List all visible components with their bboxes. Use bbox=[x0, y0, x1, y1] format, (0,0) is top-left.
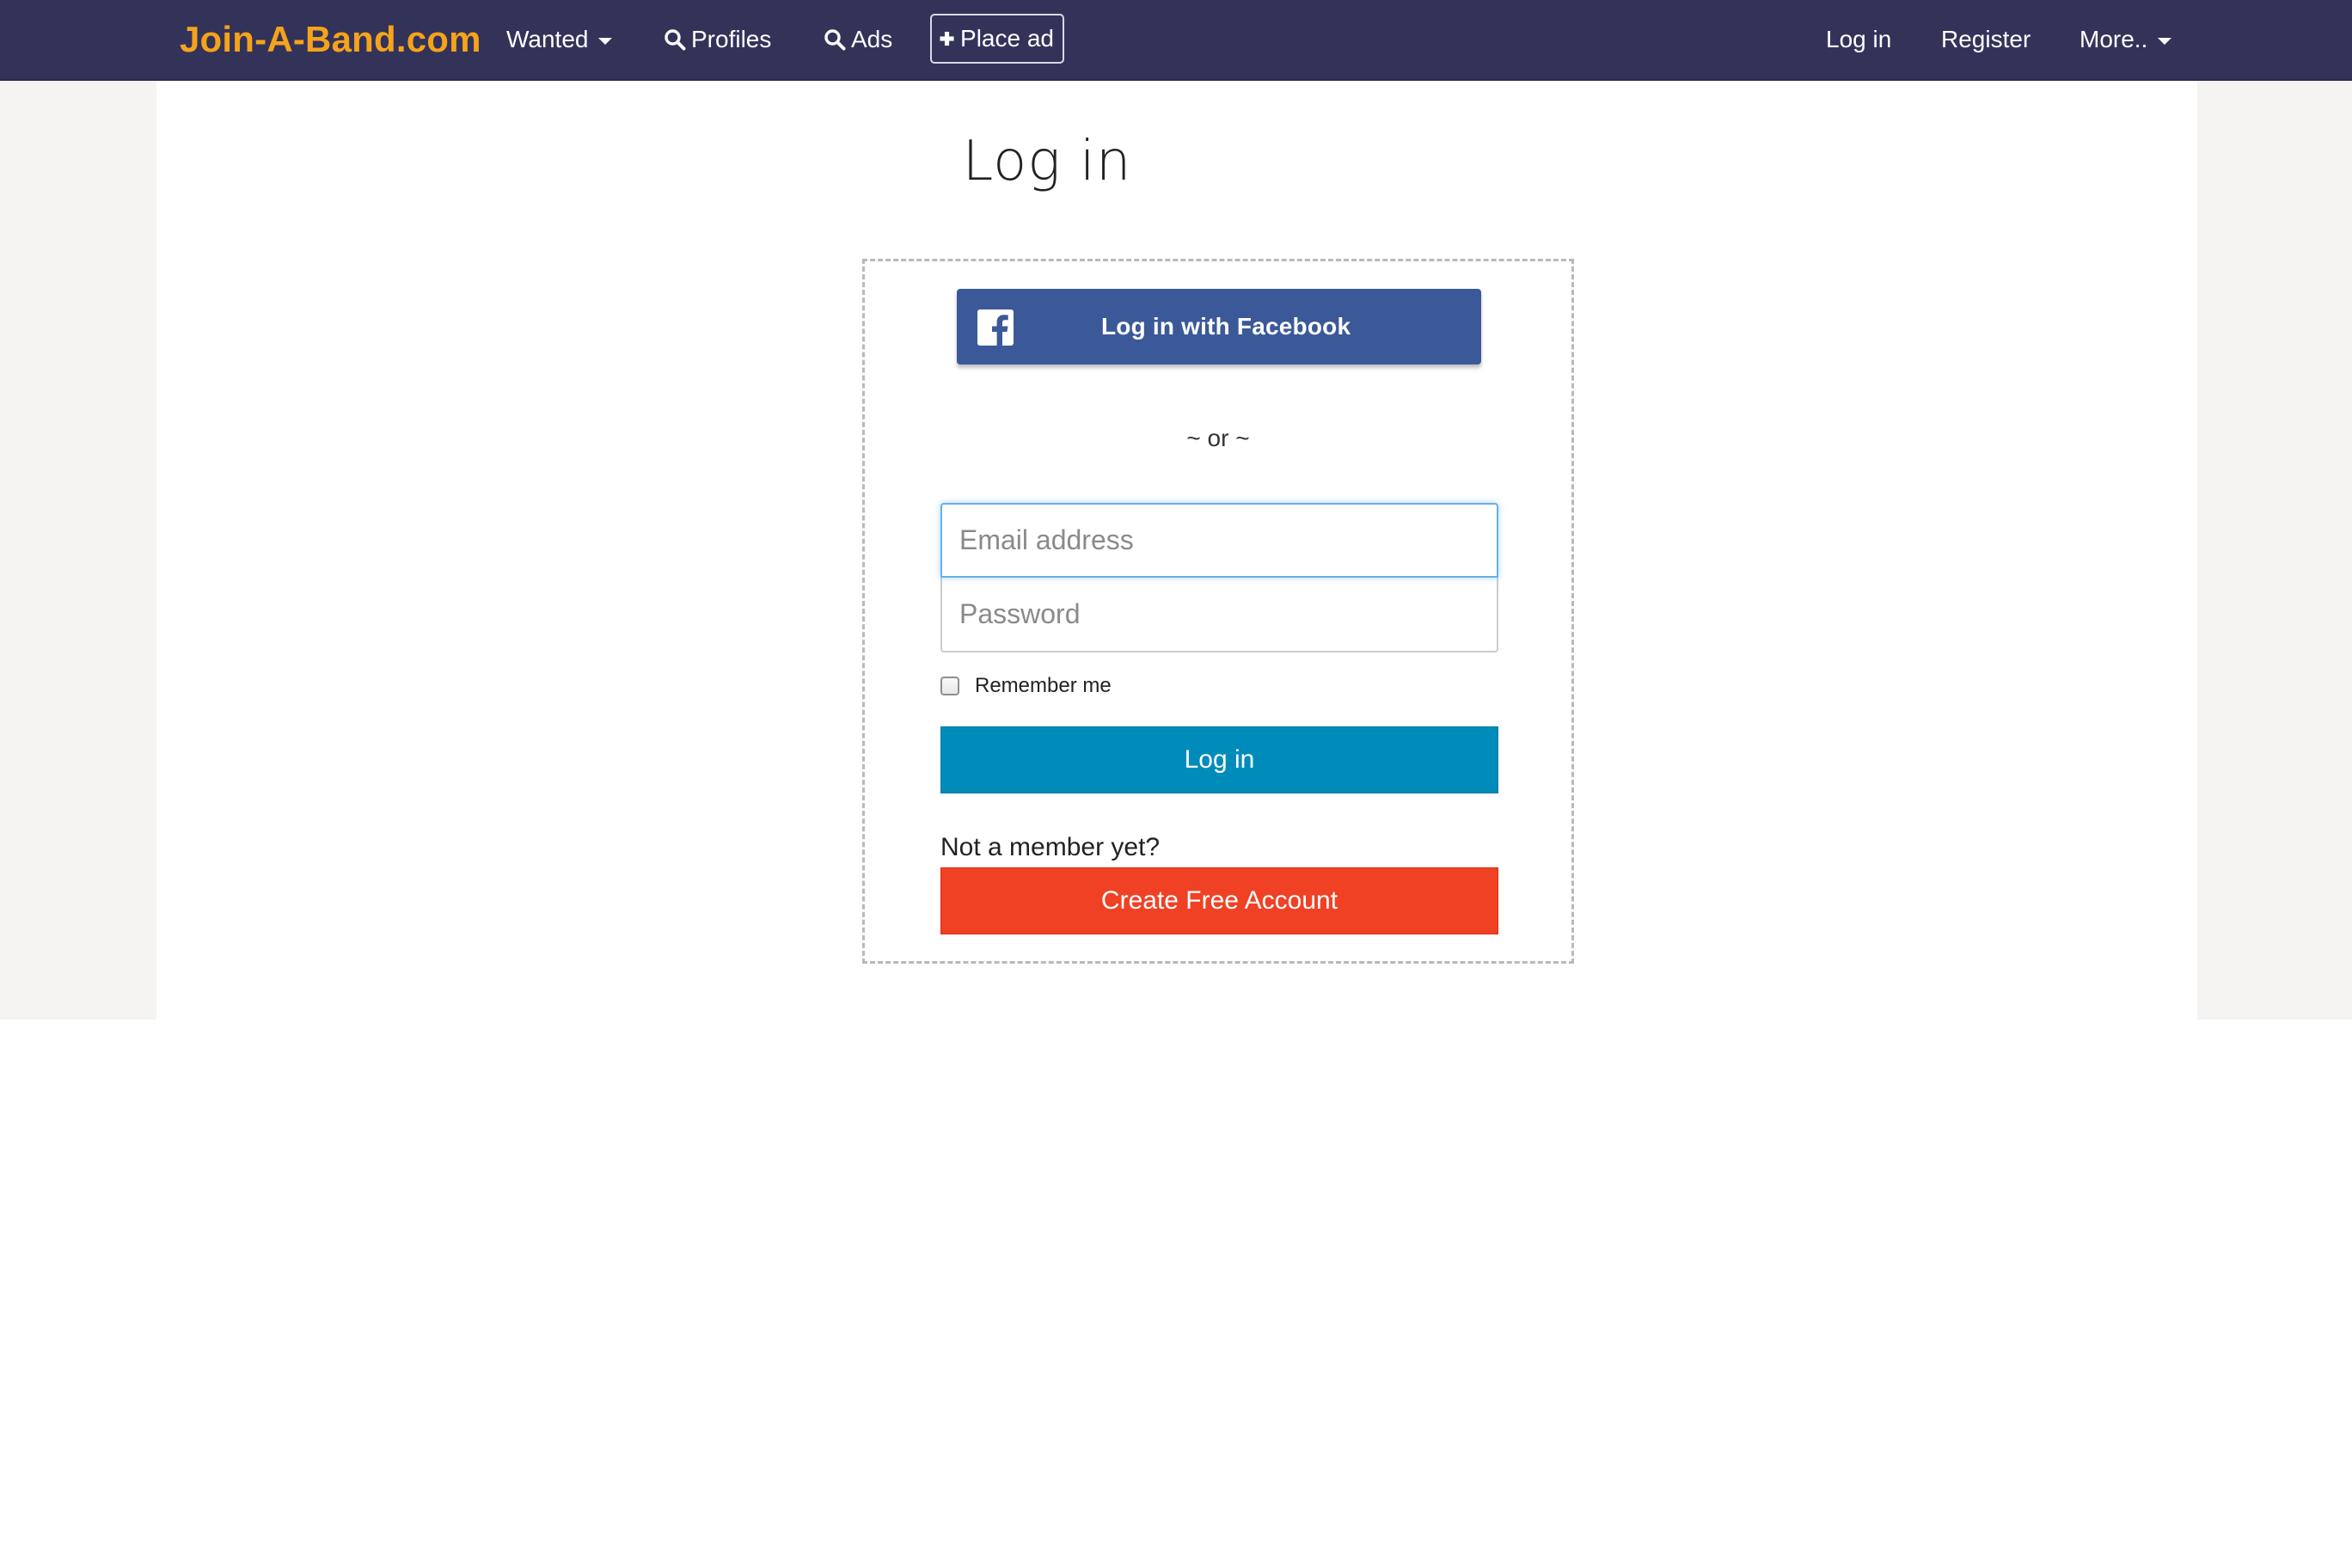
search-icon bbox=[824, 29, 846, 51]
top-navbar: Join-A-Band.com Wanted Profiles Ads Plac… bbox=[0, 0, 2352, 81]
nav-login-link[interactable]: Log in bbox=[1826, 19, 1891, 60]
or-divider: ~ or ~ bbox=[1186, 425, 1250, 451]
login-submit-button[interactable]: Log in bbox=[940, 726, 1498, 793]
nav-profiles-label: Profiles bbox=[691, 26, 772, 52]
create-account-button[interactable]: Create Free Account bbox=[940, 867, 1498, 934]
nav-more-dropdown[interactable]: More.. bbox=[2079, 19, 2172, 60]
remember-me-checkbox[interactable] bbox=[940, 677, 959, 695]
facebook-login-button[interactable]: Log in with Facebook bbox=[957, 289, 1481, 364]
page-title-text: Log in bbox=[962, 130, 1132, 193]
place-ad-label: Place ad bbox=[960, 25, 1054, 52]
nav-profiles-link[interactable]: Profiles bbox=[664, 19, 771, 60]
caret-down-icon bbox=[598, 38, 613, 45]
remember-me-option[interactable]: Remember me bbox=[940, 669, 1112, 703]
place-ad-button[interactable]: Place ad bbox=[930, 14, 1064, 64]
page-gutter-left bbox=[0, 81, 156, 1020]
plus-icon bbox=[940, 31, 954, 46]
page-gutter-right bbox=[2197, 81, 2352, 1020]
site-logo-link[interactable]: Join-A-Band.com bbox=[180, 17, 481, 62]
nav-more-label: More.. bbox=[2079, 26, 2148, 52]
nav-login-label: Log in bbox=[1826, 26, 1892, 52]
not-member-text: Not a member yet? bbox=[940, 833, 1161, 861]
nav-wanted-label: Wanted bbox=[506, 26, 589, 52]
nav-wanted-dropdown[interactable]: Wanted bbox=[506, 19, 613, 60]
caret-down-icon bbox=[2158, 38, 2172, 45]
search-icon bbox=[665, 29, 686, 51]
facebook-login-label: Log in with Facebook bbox=[1101, 313, 1351, 340]
nav-ads-label: Ads bbox=[851, 26, 893, 52]
email-field[interactable] bbox=[940, 503, 1498, 578]
page-title: Log in bbox=[0, 127, 2094, 196]
password-field[interactable] bbox=[940, 578, 1498, 652]
remember-me-label: Remember me bbox=[975, 674, 1112, 697]
nav-ads-link[interactable]: Ads bbox=[824, 19, 892, 60]
nav-register-link[interactable]: Register bbox=[1941, 19, 2030, 60]
nav-register-label: Register bbox=[1941, 26, 2031, 52]
facebook-icon bbox=[977, 309, 1014, 346]
